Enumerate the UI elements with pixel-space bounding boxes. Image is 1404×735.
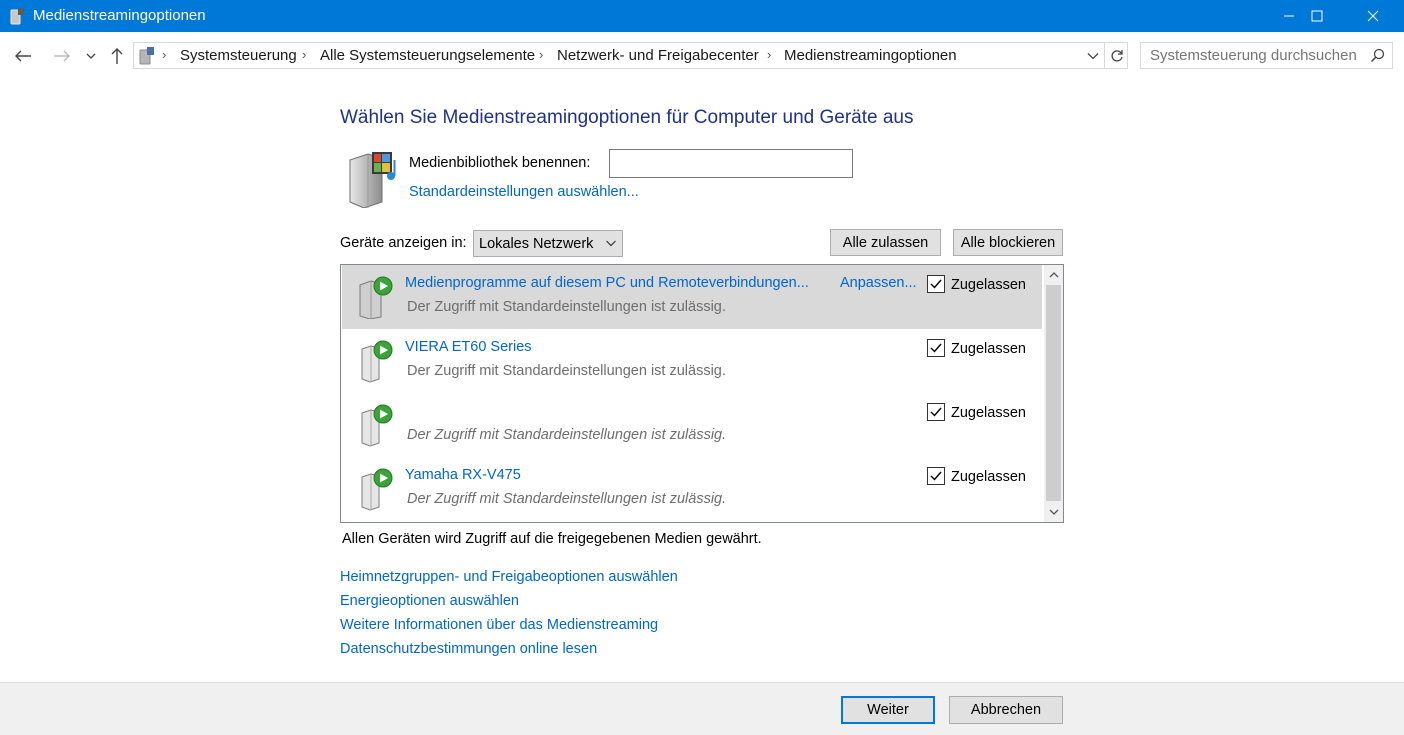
device-row[interactable]: Yamaha RX-V475 Der Zugriff mit Standarde… <box>342 457 1042 521</box>
power-options-link[interactable]: Energieoptionen auswählen <box>340 591 678 615</box>
block-all-button[interactable]: Alle blockieren <box>953 229 1063 256</box>
chevron-down-icon <box>86 53 96 59</box>
device-description: Der Zugriff mit Standardeinstellungen is… <box>407 363 726 379</box>
device-description: Der Zugriff mit Standardeinstellungen is… <box>407 491 727 507</box>
page-title: Wählen Sie Medienstreamingoptionen für C… <box>340 107 914 128</box>
allow-checkbox-label: Zugelassen <box>951 469 1026 485</box>
homegroup-options-link[interactable]: Heimnetzgruppen- und Freigabeoptionen au… <box>340 567 678 591</box>
address-bar[interactable]: › Systemsteuerung › Alle Systemsteuerung… <box>133 42 1128 69</box>
device-description: Der Zugriff mit Standardeinstellungen is… <box>407 299 726 315</box>
device-description: Der Zugriff mit Standardeinstellungen is… <box>407 427 727 443</box>
library-name-input[interactable] <box>609 149 853 178</box>
breadcrumb-separator-icon: › <box>162 47 167 62</box>
back-button[interactable] <box>12 44 34 68</box>
dialog-footer: Weiter Abbrechen <box>0 682 1404 735</box>
show-devices-select[interactable]: Lokales Netzwerk <box>473 230 623 257</box>
search-icon <box>1370 48 1385 63</box>
chevron-down-icon <box>1087 53 1099 60</box>
forward-arrow-icon <box>54 50 70 62</box>
media-device-icon <box>359 276 393 319</box>
scroll-up-button[interactable] <box>1044 265 1063 283</box>
allow-checkbox-label: Zugelassen <box>951 277 1026 293</box>
device-list: Medienprogramme auf diesem PC und Remote… <box>340 264 1064 523</box>
checkmark-icon <box>930 343 942 353</box>
close-icon <box>1367 10 1379 22</box>
allow-all-button[interactable]: Alle zulassen <box>830 229 941 256</box>
media-device-icon <box>361 468 393 511</box>
breadcrumb-separator-icon: › <box>539 47 544 62</box>
maximize-button[interactable] <box>1294 0 1340 32</box>
privacy-link[interactable]: Datenschutzbestimmungen online lesen <box>340 639 678 663</box>
refresh-button[interactable] <box>1104 43 1128 68</box>
show-devices-label: Geräte anzeigen in: <box>340 235 467 251</box>
allow-checkbox-label: Zugelassen <box>951 341 1026 357</box>
checkmark-icon <box>930 471 942 481</box>
show-devices-value: Lokales Netzwerk <box>479 236 594 252</box>
allow-checkbox[interactable] <box>927 275 945 293</box>
allow-checkbox[interactable] <box>927 467 945 485</box>
device-row[interactable]: Medienprogramme auf diesem PC und Remote… <box>342 265 1042 329</box>
device-name[interactable]: VIERA ET60 Series <box>405 339 532 355</box>
app-icon <box>10 8 24 25</box>
library-name-label: Medienbibliothek benennen: <box>409 155 591 171</box>
forward-button[interactable] <box>51 44 73 68</box>
close-button[interactable] <box>1350 0 1396 32</box>
window-title: Medienstreamingoptionen <box>33 7 206 24</box>
up-arrow-icon <box>111 48 123 64</box>
breadcrumb-medienstreaming[interactable]: Medienstreamingoptionen <box>784 47 957 64</box>
up-button[interactable] <box>107 44 127 68</box>
search-input[interactable] <box>1141 43 1361 68</box>
breadcrumb-netzwerkcenter[interactable]: Netzwerk- und Freigabecenter <box>557 47 759 64</box>
allow-checkbox[interactable] <box>927 339 945 357</box>
chevron-down-icon <box>1049 509 1058 515</box>
media-library-icon <box>349 152 396 208</box>
back-arrow-icon <box>15 50 31 62</box>
media-device-icon <box>361 404 393 447</box>
next-button[interactable]: Weiter <box>841 696 935 724</box>
title-bar: Medienstreamingoptionen <box>0 0 1404 32</box>
access-info-text: Allen Geräten wird Zugriff auf die freig… <box>342 531 762 547</box>
scroll-down-button[interactable] <box>1044 503 1063 521</box>
media-device-icon <box>361 340 393 383</box>
device-list-scrollbar[interactable] <box>1044 265 1063 522</box>
chevron-down-icon <box>606 240 616 247</box>
scrollbar-thumb[interactable] <box>1046 285 1061 501</box>
more-info-link[interactable]: Weitere Informationen über das Medienstr… <box>340 615 678 639</box>
cancel-button[interactable]: Abbrechen <box>949 696 1063 724</box>
allow-checkbox-label: Zugelassen <box>951 405 1026 421</box>
breadcrumb-alle-elemente[interactable]: Alle Systemsteuerungselemente <box>320 47 535 64</box>
default-settings-link[interactable]: Standardeinstellungen auswählen... <box>409 184 639 200</box>
search-box[interactable] <box>1140 42 1393 69</box>
allow-checkbox[interactable] <box>927 403 945 421</box>
breadcrumb-separator-icon: › <box>767 47 772 62</box>
chevron-up-icon <box>1049 271 1058 277</box>
maximize-icon <box>1311 10 1323 22</box>
control-panel-icon <box>139 47 154 65</box>
breadcrumb-systemsteuerung[interactable]: Systemsteuerung <box>180 47 297 64</box>
refresh-icon <box>1110 49 1123 62</box>
device-name[interactable]: Medienprogramme auf diesem PC und Remote… <box>405 275 809 291</box>
recent-locations-button[interactable] <box>84 44 98 68</box>
address-dropdown-button[interactable] <box>1084 46 1102 66</box>
device-row[interactable]: Der Zugriff mit Standardeinstellungen is… <box>342 393 1042 457</box>
breadcrumb-separator-icon: › <box>302 47 307 62</box>
checkmark-icon <box>930 279 942 289</box>
checkmark-icon <box>930 407 942 417</box>
device-row[interactable]: VIERA ET60 Series Der Zugriff mit Standa… <box>342 329 1042 393</box>
related-links: Heimnetzgruppen- und Freigabeoptionen au… <box>340 567 678 663</box>
customize-link[interactable]: Anpassen... <box>840 275 917 291</box>
device-name[interactable]: Yamaha RX-V475 <box>405 467 521 483</box>
